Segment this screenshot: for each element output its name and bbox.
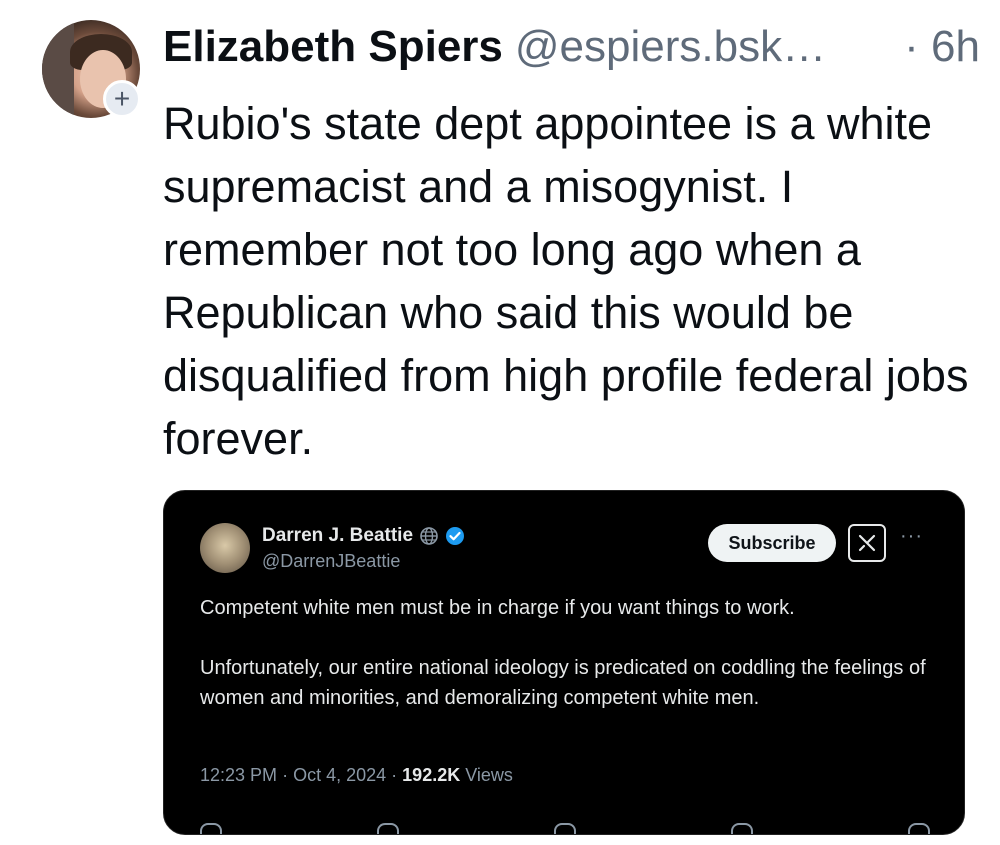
embed-author-avatar [200, 523, 250, 573]
embed-time: 12:23 PM [200, 765, 278, 785]
embedded-screenshot[interactable]: Darren J. Beattie @DarrenJBeattie Subscr… [163, 490, 965, 835]
share-icon [908, 823, 930, 834]
embed-author-display-name: Darren J. Beattie [262, 525, 414, 546]
meta-separator: · [282, 765, 289, 785]
bookmark-icon [731, 823, 753, 834]
verified-badge-icon [446, 527, 465, 545]
embed-tweet-text: Competent white men must be in charge if… [200, 593, 930, 743]
embed-views-label: Views [465, 765, 513, 785]
embed-meta: 12:23 PM · Oct 4, 2024 · 192.2K Views [200, 765, 513, 786]
embed-paragraph: Unfortunately, our entire national ideol… [200, 657, 926, 709]
post-header: Elizabeth Spiers @espiers.bsk… · 6h [163, 22, 980, 82]
embed-date: Oct 4, 2024 [293, 765, 387, 785]
embed-views-count: 192.2K [402, 765, 461, 785]
repost-icon [377, 823, 399, 834]
like-icon [554, 823, 576, 834]
reply-icon [200, 823, 222, 834]
embed-action-bar [200, 823, 930, 834]
embed-author-handle: @DarrenJBeattie [262, 551, 401, 571]
grok-icon [848, 524, 886, 562]
subscribe-button: Subscribe [708, 524, 836, 562]
post-text: Rubio's state dept appointee is a white … [163, 98, 969, 464]
meta-separator: · [391, 765, 398, 785]
grok-glyph-icon [858, 534, 876, 552]
post-timestamp[interactable]: · 6h [904, 22, 980, 72]
embed-author-name-row: Darren J. Beattie [262, 525, 465, 547]
follow-plus-icon[interactable]: + [103, 80, 141, 118]
more-options-icon: ··· [900, 525, 923, 547]
embed-paragraph: Competent white men must be in charge if… [200, 597, 795, 619]
author-handle[interactable]: @espiers.bsk… [515, 22, 826, 72]
globe-icon [420, 527, 438, 545]
author-display-name[interactable]: Elizabeth Spiers [163, 22, 503, 72]
